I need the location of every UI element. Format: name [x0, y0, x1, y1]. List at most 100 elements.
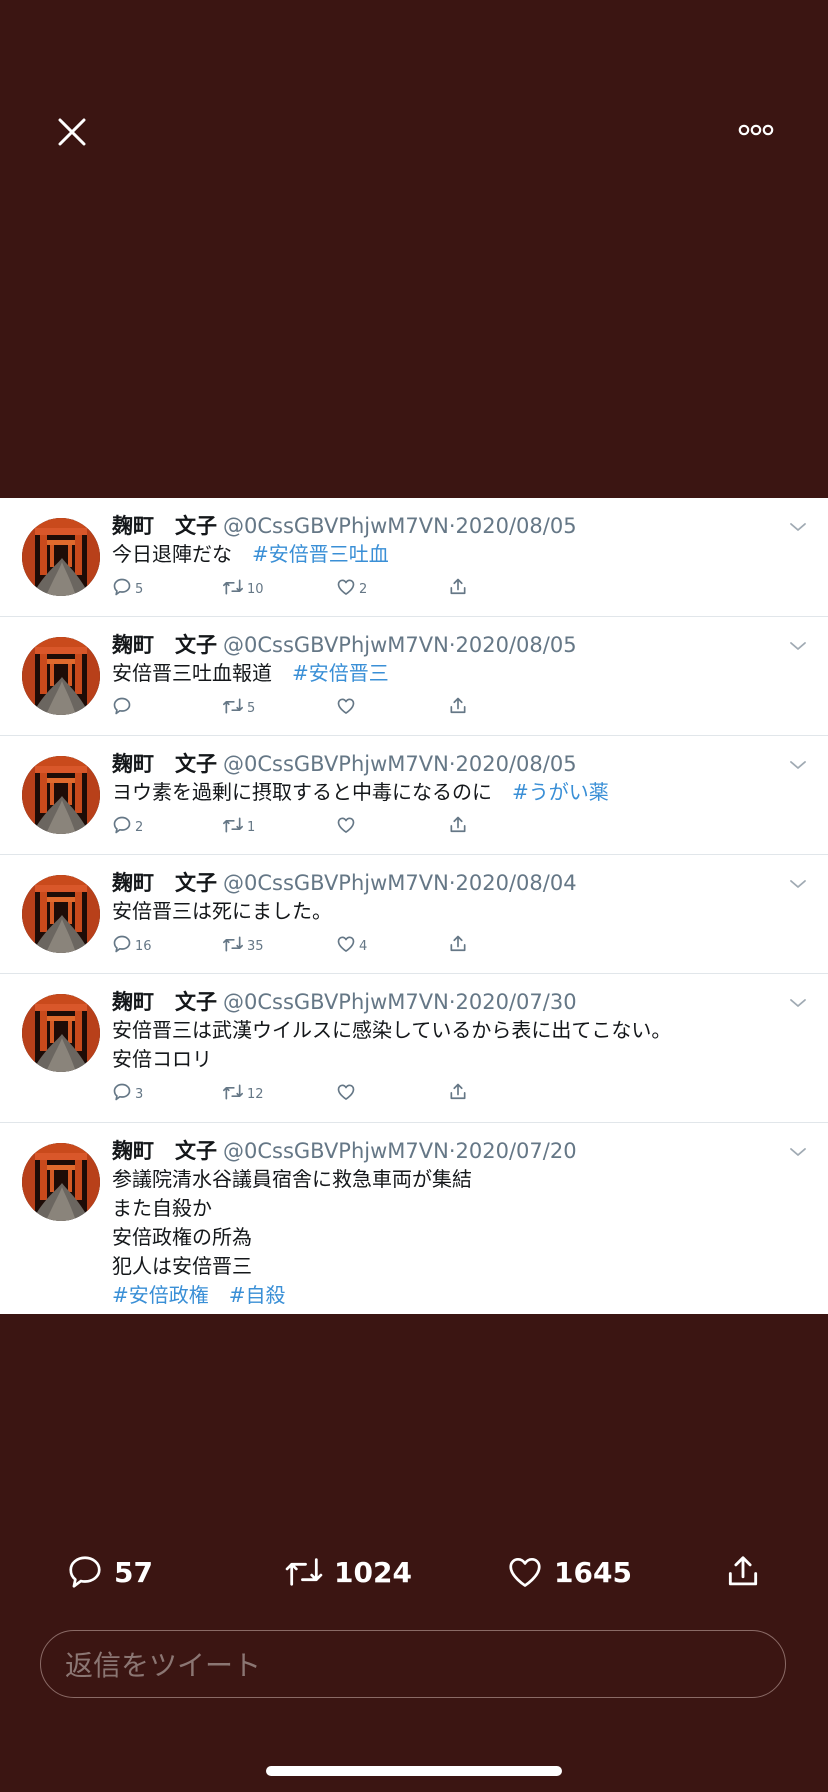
tweet-text-line: また自殺か: [112, 1194, 808, 1223]
share-action[interactable]: [724, 1540, 772, 1604]
reply-count: 5: [135, 582, 144, 597]
tweet-text-line: 参議院清水谷議員宿舎に救急車両が集結: [112, 1165, 808, 1194]
tweet-text: 安倍晋三は死にました。: [112, 899, 332, 923]
tweet-actions: 16 35 4: [112, 934, 808, 964]
retweet-count: 5: [247, 701, 256, 716]
tweet-row[interactable]: 麹町 文子 @0CssGBVPhjwM7VN·2020/08/05 今日退陣だな #…: [0, 498, 828, 617]
share-button[interactable]: [448, 577, 468, 597]
retweet-icon: [222, 817, 243, 833]
avatar[interactable]: [22, 518, 100, 596]
tweet-text-line: #安倍政権 #自殺: [112, 1281, 808, 1310]
more-button[interactable]: [732, 116, 780, 144]
tweet-text: 犯人は安倍晋三: [112, 1254, 252, 1278]
retweet-icon: [222, 579, 243, 595]
avatar[interactable]: [22, 1143, 100, 1221]
tweet-text: 参議院清水谷議員宿舎に救急車両が集結: [112, 1167, 472, 1191]
heart-icon: [337, 817, 355, 833]
display-name[interactable]: 麹町 文子: [112, 752, 217, 776]
retweet-button[interactable]: 10: [222, 577, 264, 597]
share-icon: [728, 1556, 758, 1586]
hashtag-link[interactable]: #安倍晋三: [292, 661, 389, 685]
share-button[interactable]: [448, 1082, 468, 1102]
hashtag-link[interactable]: #安倍政権 #自殺: [112, 1283, 286, 1307]
tweet-actions: 5: [112, 696, 808, 726]
retweet-count: 10: [247, 582, 264, 597]
share-icon: [450, 1083, 466, 1100]
tweet-date[interactable]: 2020/08/05: [456, 752, 577, 776]
like-button[interactable]: [336, 696, 359, 716]
reply-action[interactable]: 57: [66, 1540, 153, 1604]
tweet-text: ヨウ素を過剰に摂取すると中毒になるのに: [112, 780, 512, 804]
display-name[interactable]: 麹町 文子: [112, 633, 217, 657]
tweet-row[interactable]: 麹町 文子 @0CssGBVPhjwM7VN·2020/08/04 安倍晋三は死にま…: [0, 855, 828, 974]
tweet-text: 安倍政権の所為: [112, 1225, 252, 1249]
tweet-row[interactable]: 麹町 文子 @0CssGBVPhjwM7VN·2020/08/05 安倍晋三吐血報道…: [0, 617, 828, 736]
user-handle[interactable]: @0CssGBVPhjwM7VN: [223, 1139, 449, 1163]
display-name[interactable]: 麹町 文子: [112, 514, 217, 538]
reply-icon: [113, 816, 131, 834]
retweet-action[interactable]: 1024: [284, 1540, 412, 1604]
like-button[interactable]: [336, 1082, 359, 1102]
tweet-text-line: 犯人は安倍晋三: [112, 1252, 808, 1281]
avatar[interactable]: [22, 994, 100, 1072]
reply-button[interactable]: 5: [112, 577, 143, 597]
like-button[interactable]: 2: [336, 577, 367, 597]
tweet-header: 麹町 文子 @0CssGBVPhjwM7VN·2020/08/04: [112, 869, 808, 897]
display-name[interactable]: 麹町 文子: [112, 1139, 217, 1163]
avatar[interactable]: [22, 637, 100, 715]
share-icon: [450, 816, 466, 833]
close-button[interactable]: [52, 112, 92, 152]
separator-dot: ·: [448, 514, 456, 538]
avatar[interactable]: [22, 875, 100, 953]
retweet-icon: [222, 698, 243, 714]
reply-button[interactable]: 3: [112, 1082, 143, 1102]
share-icon: [450, 697, 466, 714]
share-button[interactable]: [448, 815, 468, 835]
user-handle[interactable]: @0CssGBVPhjwM7VN: [223, 752, 449, 776]
share-icon: [450, 578, 466, 595]
share-button[interactable]: [448, 696, 468, 716]
avatar[interactable]: [22, 756, 100, 834]
tweet-row[interactable]: 麹町 文子 @0CssGBVPhjwM7VN·2020/07/20 参議院清水谷議員…: [0, 1123, 828, 1314]
bottom-action-bar: 57 1024 1645: [0, 1540, 828, 1604]
tweet-date[interactable]: 2020/07/20: [456, 1139, 577, 1163]
tweet-row[interactable]: 麹町 文子 @0CssGBVPhjwM7VN·2020/08/05 ヨウ素を過剰に摂…: [0, 736, 828, 855]
retweet-button[interactable]: 1: [222, 815, 255, 835]
close-icon: [58, 118, 86, 146]
heart-icon: [509, 1557, 541, 1587]
tweet-screenshot-card: 麹町 文子 @0CssGBVPhjwM7VN·2020/08/05 今日退陣だな #…: [0, 498, 828, 1314]
home-indicator[interactable]: [266, 1766, 562, 1776]
user-handle[interactable]: @0CssGBVPhjwM7VN: [223, 633, 449, 657]
user-handle[interactable]: @0CssGBVPhjwM7VN: [223, 514, 449, 538]
tweet-date[interactable]: 2020/08/05: [456, 514, 577, 538]
like-button[interactable]: 4: [336, 934, 367, 954]
reply-button[interactable]: 2: [112, 815, 143, 835]
like-action[interactable]: 1645: [506, 1540, 632, 1604]
reply-input[interactable]: 返信をツイート: [40, 1630, 786, 1698]
heart-icon: [337, 579, 355, 595]
display-name[interactable]: 麹町 文子: [112, 871, 217, 895]
tweet-text: また自殺か: [112, 1196, 212, 1220]
user-handle[interactable]: @0CssGBVPhjwM7VN: [223, 871, 449, 895]
like-button[interactable]: [336, 815, 359, 835]
tweet-date[interactable]: 2020/07/30: [456, 990, 577, 1014]
tweet-text: 安倍コロリ: [112, 1047, 212, 1071]
tweet-text-line: 安倍晋三吐血報道 #安倍晋三: [112, 659, 808, 688]
retweet-button[interactable]: 5: [222, 696, 255, 716]
tweet-actions: 5 10 2: [112, 577, 808, 607]
hashtag-link[interactable]: #うがい薬: [512, 780, 609, 804]
share-button[interactable]: [448, 934, 468, 954]
retweet-button[interactable]: 12: [222, 1082, 264, 1102]
like-count: 4: [359, 939, 368, 954]
tweet-date[interactable]: 2020/08/05: [456, 633, 577, 657]
user-handle[interactable]: @0CssGBVPhjwM7VN: [223, 990, 449, 1014]
tweet-date[interactable]: 2020/08/04: [456, 871, 577, 895]
reply-button[interactable]: [112, 696, 135, 716]
retweet-button[interactable]: 35: [222, 934, 264, 954]
retweet-count: 1: [247, 820, 256, 835]
hashtag-link[interactable]: #安倍晋三吐血: [252, 542, 389, 566]
reply-button[interactable]: 16: [112, 934, 152, 954]
tweet-row[interactable]: 麹町 文子 @0CssGBVPhjwM7VN·2020/07/30 安倍晋三は武漢ウ…: [0, 974, 828, 1123]
display-name[interactable]: 麹町 文子: [112, 990, 217, 1014]
reply-count: 2: [135, 820, 144, 835]
